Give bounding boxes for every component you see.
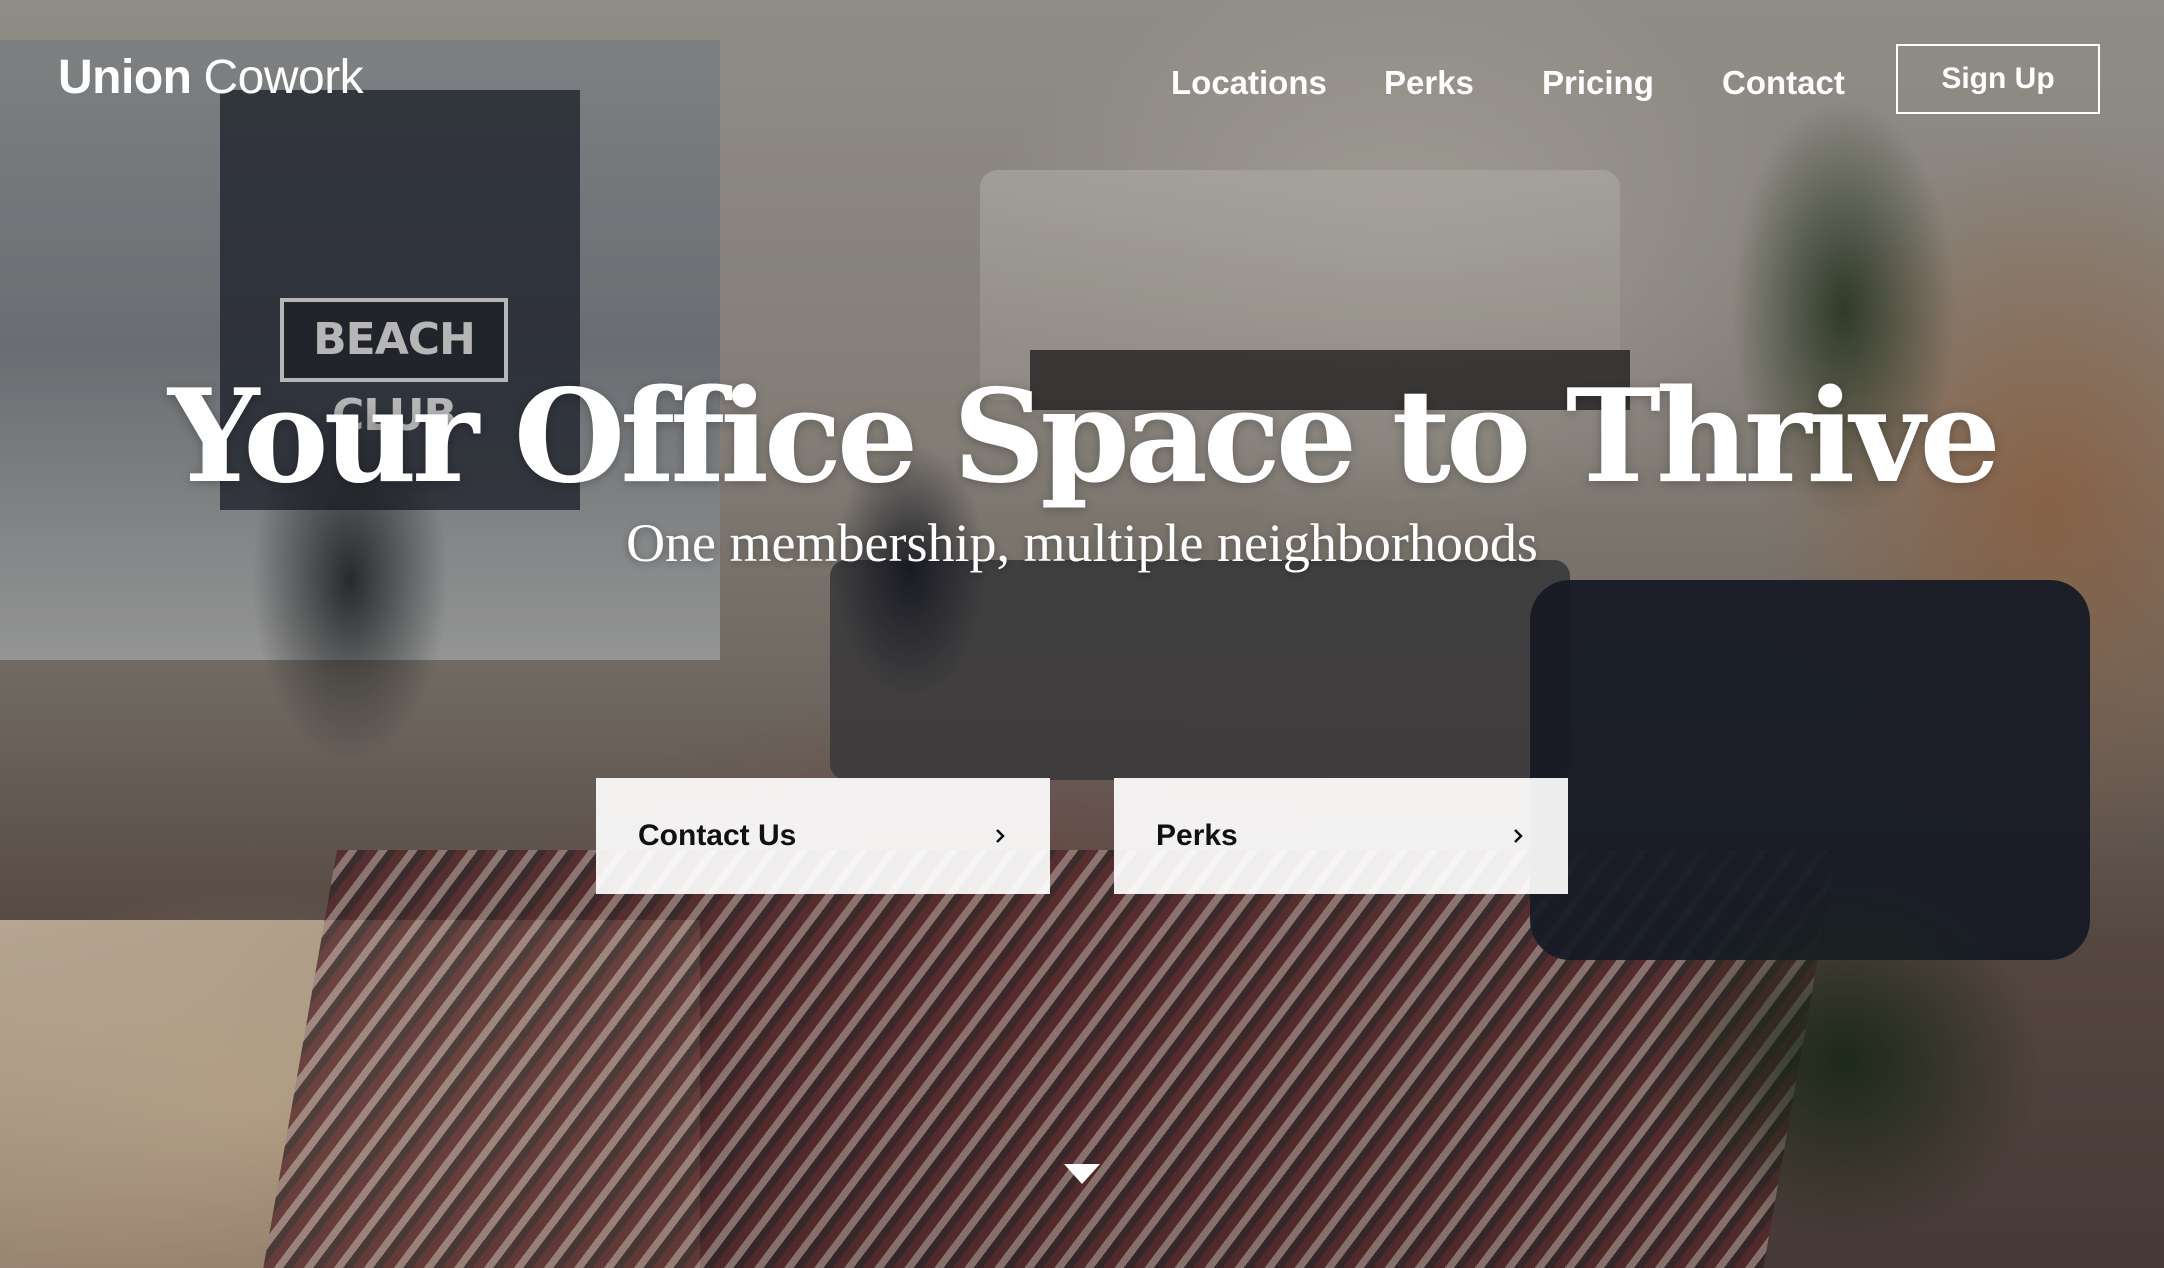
brand-logo[interactable]: Union Cowork bbox=[58, 50, 364, 105]
chevron-right-icon bbox=[1514, 829, 1523, 843]
hero-headline: Your Office Space to Thrive bbox=[168, 362, 2001, 512]
signup-button[interactable]: Sign Up bbox=[1896, 44, 2100, 114]
contact-us-button[interactable]: Contact Us bbox=[596, 778, 1050, 894]
brand-name-bold: Union bbox=[58, 51, 192, 104]
nav-link-perks[interactable]: Perks bbox=[1384, 58, 1474, 108]
nav-link-contact[interactable]: Contact bbox=[1722, 58, 1845, 108]
perks-button[interactable]: Perks bbox=[1114, 778, 1568, 894]
hero-dark-overlay bbox=[0, 0, 2164, 1268]
perks-label: Perks bbox=[1156, 819, 1238, 852]
nav-link-pricing[interactable]: Pricing bbox=[1542, 58, 1654, 108]
hero-subheadline: One membership, multiple neighborhoods bbox=[626, 513, 1538, 573]
contact-us-label: Contact Us bbox=[638, 819, 797, 852]
hero-section: BEACH CLUB UnionCowork Locations Perks P… bbox=[0, 0, 2164, 1268]
nav-link-locations[interactable]: Locations bbox=[1171, 58, 1327, 108]
triangle-down-icon[interactable] bbox=[1064, 1164, 1100, 1184]
chevron-right-icon bbox=[996, 829, 1005, 843]
brand-name-light: Cowork bbox=[203, 51, 364, 104]
